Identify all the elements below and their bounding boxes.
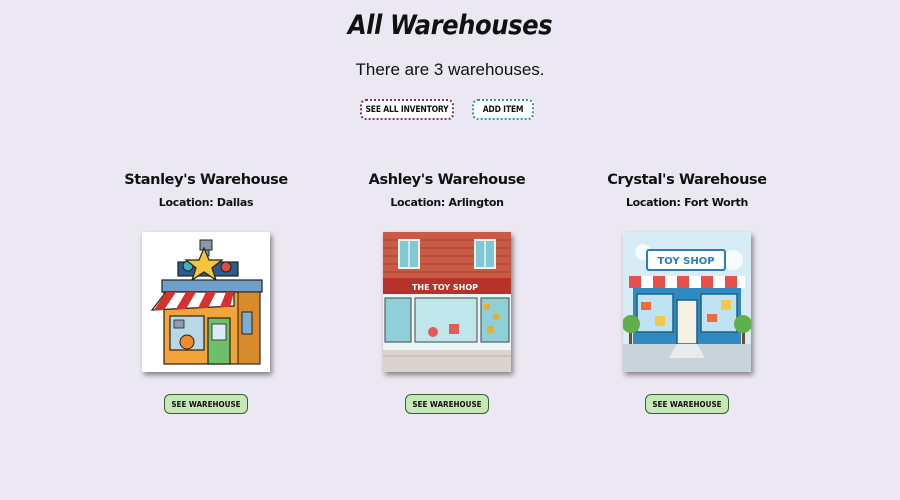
see-warehouse-button[interactable]: SEE WAREHOUSE [164,394,248,414]
warehouse-card: Crystal's Warehouse Location: Fort Worth… [587,168,787,414]
warehouse-card: Ashley's Warehouse Location: Arlington T… [347,168,547,414]
toy-shop-awning-illustration-icon: TOY SHOP [623,232,751,372]
warehouse-image: THE TOY SHOP [383,232,511,372]
shop-sign-text: THE TOY SHOP [412,283,478,292]
warehouses-page: All Warehouses There are 3 warehouses. S… [0,0,900,500]
warehouse-image: TOY SHOP [623,232,751,372]
warehouse-name: Ashley's Warehouse [368,172,526,188]
warehouse-name: Stanley's Warehouse [124,172,288,188]
warehouse-card: Stanley's Warehouse Location: Dallas SEE… [106,168,306,414]
see-warehouse-button[interactable]: SEE WAREHOUSE [405,394,489,414]
warehouse-location: Location: Dallas [158,196,254,209]
warehouse-count: There are 3 warehouses. [355,60,545,79]
warehouse-location: Location: Arlington [390,196,504,209]
see-all-inventory-button[interactable]: SEE ALL INVENTORY [360,99,454,120]
toy-shop-star-illustration-icon [142,232,270,372]
brick-toy-shop-illustration-icon: THE TOY SHOP [383,232,511,372]
page-title: All Warehouses [347,10,553,41]
add-item-button[interactable]: ADD ITEM [472,99,534,120]
warehouse-location: Location: Fort Worth [625,196,749,209]
warehouse-image [142,232,270,372]
warehouse-name: Crystal's Warehouse [607,172,767,188]
shop-sign-text: TOY SHOP [657,256,714,267]
see-warehouse-button[interactable]: SEE WAREHOUSE [645,394,729,414]
